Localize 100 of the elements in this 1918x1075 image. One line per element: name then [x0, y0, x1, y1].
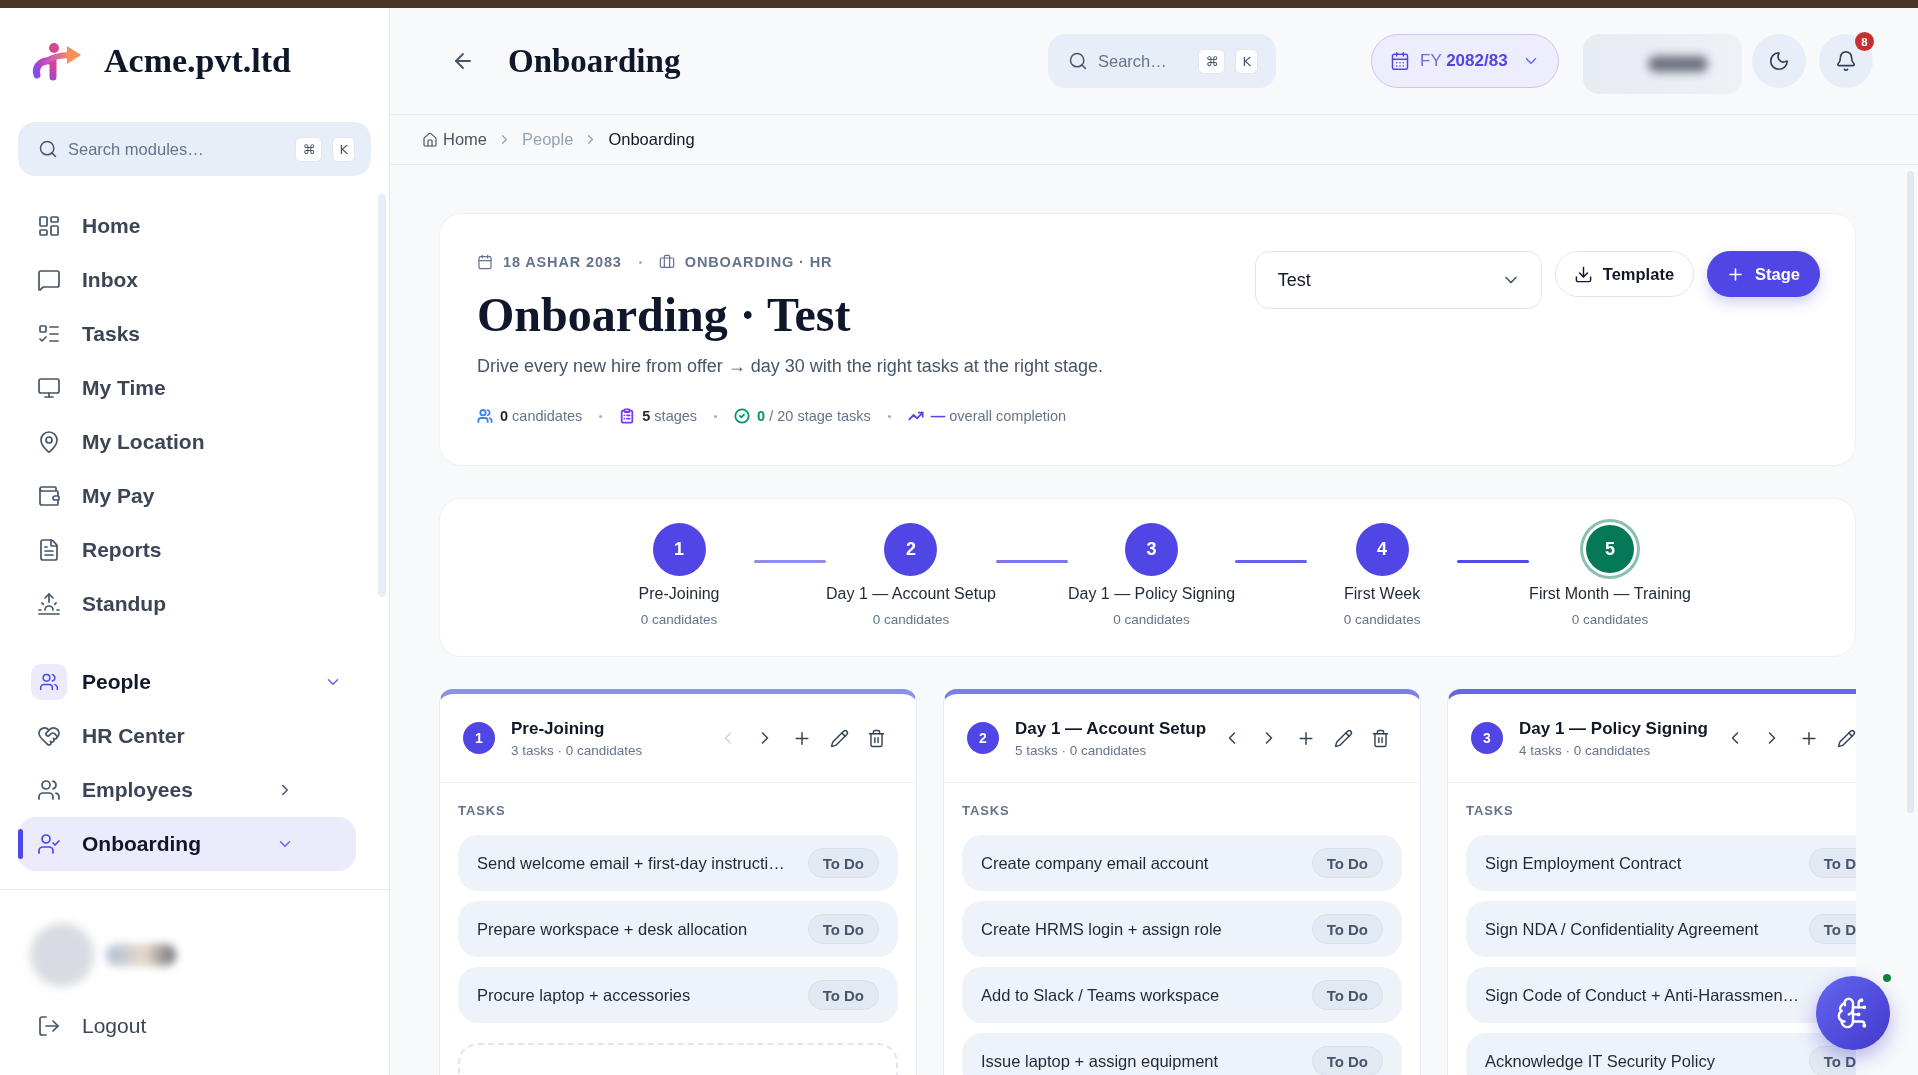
nav-item[interactable]: Tasks — [18, 307, 356, 361]
blurred-avatar — [30, 923, 94, 987]
step-name: Pre-Joining — [638, 584, 720, 604]
pencil-icon — [1333, 728, 1353, 748]
step-number[interactable]: 3 — [1125, 522, 1178, 576]
task-title: Add to Slack / Teams workspace — [981, 985, 1221, 1005]
edit-button[interactable] — [829, 728, 849, 748]
user-check-icon — [37, 832, 61, 856]
column-number: 1 — [463, 722, 495, 754]
fiscal-year-selector[interactable]: FY 2082/83 — [1371, 34, 1559, 88]
delete-button[interactable] — [866, 728, 886, 748]
step-candidates: 0 candidates — [1571, 611, 1649, 629]
task-title: Sign Employment Contract — [1485, 853, 1683, 873]
breadcrumb-link[interactable]: Home — [422, 130, 487, 149]
section-label: TASKS — [962, 803, 1011, 819]
breadcrumb-current: Onboarding — [608, 130, 695, 149]
step-name: Day 1 — Policy Signing — [1067, 584, 1236, 604]
briefcase-icon — [658, 254, 675, 270]
step-name: Day 1 — Account Setup — [826, 584, 996, 604]
moon-icon — [1768, 50, 1790, 72]
shortcut-key: ⌘ — [1198, 48, 1226, 74]
nav-item[interactable]: Onboarding — [18, 817, 356, 871]
task-row[interactable]: Send welcome email + first-day instructi… To Do — [458, 835, 898, 891]
task-status: To Do — [1311, 1046, 1383, 1075]
stat-text: 5 stages — [642, 408, 698, 424]
step-candidates: 0 candidates — [1113, 611, 1190, 629]
search-input[interactable]: Search… — [1098, 51, 1189, 71]
pencil-icon — [829, 728, 849, 748]
nav-item[interactable]: My Time — [18, 361, 356, 415]
task-row[interactable]: Create HRMS login + assign role To Do — [962, 901, 1402, 957]
task-row[interactable]: Create company email account To Do — [962, 835, 1402, 891]
task-title: Prepare workspace + desk allocation — [477, 919, 749, 939]
people-icon — [31, 664, 67, 700]
notifications-button[interactable]: 8 — [1819, 34, 1873, 88]
task-row[interactable]: Prepare workspace + desk allocation To Do — [458, 901, 898, 957]
task-status: To Do — [807, 914, 879, 944]
task-row[interactable]: Acknowledge IT Security Policy To D — [1466, 1033, 1856, 1075]
nav-item[interactable]: Reports — [18, 523, 356, 577]
task-status: To D — [1808, 1046, 1856, 1075]
task-title: Sign Code of Conduct + Anti-Harassmen… — [1485, 985, 1801, 1005]
nav-item[interactable]: My Location — [18, 415, 356, 469]
task-status: To Do — [807, 980, 879, 1010]
trash-icon — [1370, 728, 1390, 748]
shortcut-key: K — [332, 136, 355, 162]
task-row[interactable]: Sign Code of Conduct + Anti-Harassmen… — [1466, 967, 1856, 1023]
step-name: First Week — [1344, 584, 1421, 604]
column-number: 2 — [967, 722, 999, 754]
nav-item[interactable]: Standup — [18, 577, 356, 631]
stat-text: 0 candidates — [500, 408, 583, 424]
column-meta: 3 tasks · 0 candidates — [511, 743, 644, 758]
nav-item[interactable]: My Pay — [18, 469, 356, 523]
active-indicator — [18, 829, 23, 859]
search-bar[interactable]: Search modules… ⌘ K — [18, 122, 371, 176]
download-icon — [1573, 264, 1593, 284]
nav-section-header[interactable]: People — [18, 655, 356, 709]
template-button[interactable]: Template — [1554, 251, 1695, 297]
task-row[interactable]: Add to Slack / Teams workspace To Do — [962, 967, 1402, 1023]
step-candidates: 0 candidates — [872, 611, 950, 629]
stat-text: 0 / 20 stage tasks — [757, 408, 871, 424]
overview-title: Onboarding · Test — [477, 288, 852, 342]
logout-button[interactable]: Logout — [18, 999, 356, 1053]
bell-icon — [1835, 50, 1857, 72]
task-row[interactable]: Sign Employment Contract To D — [1466, 835, 1856, 891]
column-number: 3 — [1471, 722, 1503, 754]
search-input[interactable]: Search modules… — [68, 139, 286, 159]
dashboard-grid-icon — [37, 214, 61, 238]
pencil-icon — [1836, 728, 1856, 748]
nav-item[interactable]: Home — [18, 199, 356, 253]
nav-item[interactable]: HR Center — [18, 709, 356, 763]
stat-text: — overall completion — [930, 408, 1067, 424]
step-number[interactable]: 2 — [884, 522, 938, 576]
column-title: Day 1 — Account Setup — [1015, 718, 1206, 740]
column-meta: 5 tasks · 0 candidates — [1015, 743, 1148, 758]
task-title: Send welcome email + first-day instructi… — [477, 853, 786, 873]
chat-bubble-icon — [37, 268, 61, 292]
nav-item[interactable]: Employees — [18, 763, 356, 817]
search-icon — [38, 139, 58, 159]
dropdown-field[interactable]: Test — [1254, 251, 1542, 309]
edit-button[interactable] — [1836, 728, 1856, 748]
search-icon — [1068, 51, 1088, 71]
calendar-icon — [477, 254, 493, 270]
add-stage-button[interactable]: Stage — [1707, 251, 1820, 297]
edit-button[interactable] — [1333, 728, 1353, 748]
task-title: Acknowledge IT Security Policy — [1485, 1051, 1716, 1071]
task-status: To Do — [807, 848, 879, 878]
task-row[interactable]: Issue laptop + assign equipment To Do — [962, 1033, 1402, 1075]
step-number[interactable]: 1 — [652, 522, 706, 576]
search-bar[interactable]: Search… ⌘ K — [1048, 34, 1276, 88]
task-row[interactable]: Sign NDA / Confidentiality Agreement To D — [1466, 901, 1856, 957]
section-label: TASKS — [458, 803, 507, 819]
logo-icon — [32, 41, 82, 81]
nav-item[interactable]: Inbox — [18, 253, 356, 307]
step-number[interactable]: 5 — [1580, 519, 1640, 579]
step-number[interactable]: 4 — [1355, 522, 1409, 576]
section-label: TASKS — [1466, 803, 1515, 819]
delete-button[interactable] — [1370, 728, 1390, 748]
task-status: To D — [1808, 914, 1856, 944]
task-title: Create company email account — [981, 853, 1210, 873]
task-row[interactable]: Procure laptop + accessories To Do — [458, 967, 898, 1023]
date-label: 18 ASHAR 2083 — [503, 254, 622, 270]
